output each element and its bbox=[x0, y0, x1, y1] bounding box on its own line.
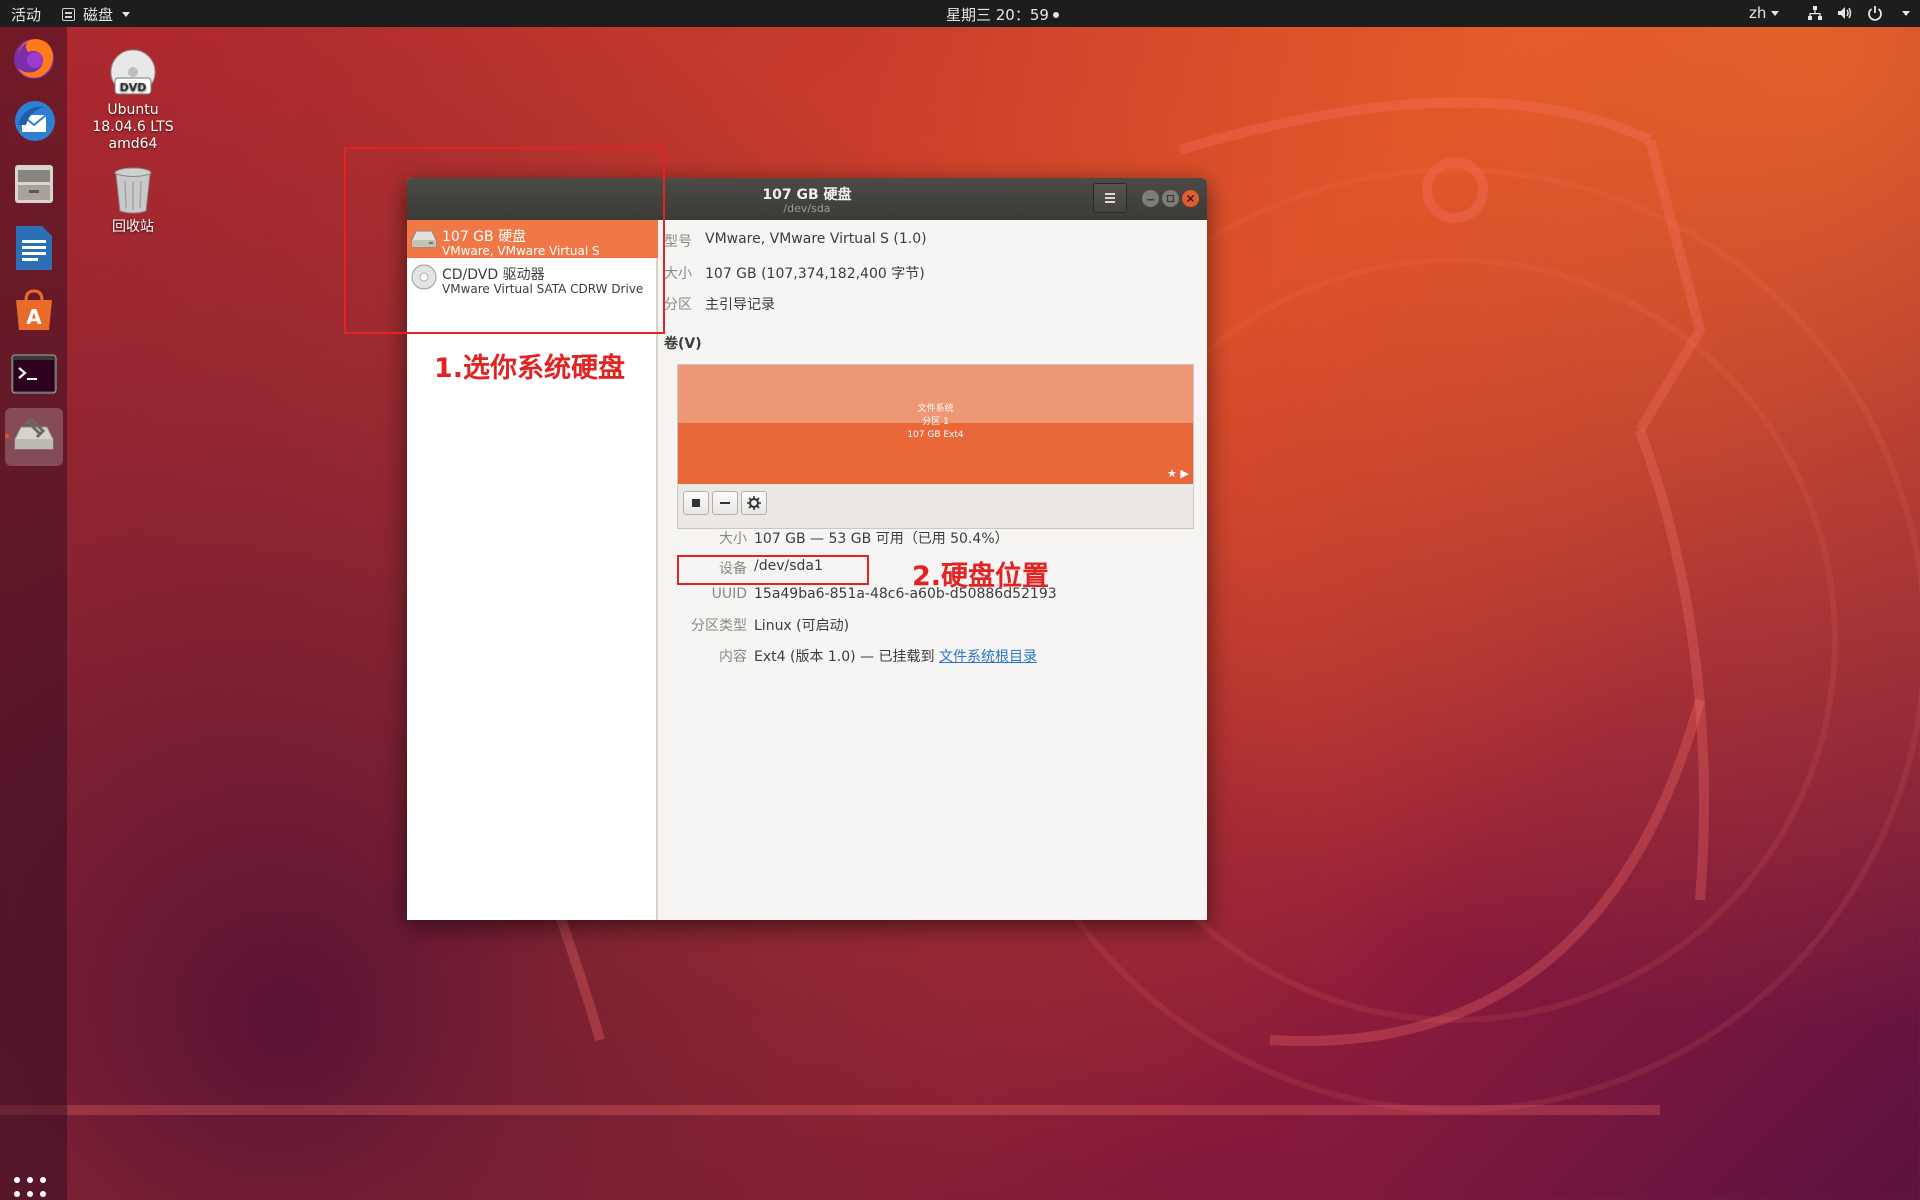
annotation-box-drive bbox=[344, 147, 665, 334]
writer-icon bbox=[16, 226, 52, 270]
files-icon bbox=[15, 165, 53, 203]
system-tray: zh bbox=[1749, 4, 1911, 22]
volume-graphic: 文件系统 分区 1 107 GB Ext4 ★ ▶ bbox=[677, 364, 1194, 529]
annotation-box-device bbox=[677, 555, 869, 585]
size-row: 大小 bbox=[664, 263, 692, 283]
dock-files[interactable] bbox=[5, 155, 63, 213]
partition-type-label: 分区类型 bbox=[691, 618, 747, 634]
terminal-icon bbox=[11, 354, 57, 394]
partition-segment-text: 文件系统 分区 1 107 GB Ext4 bbox=[678, 403, 1193, 442]
minimize-button[interactable] bbox=[1142, 190, 1159, 207]
thunderbird-icon bbox=[15, 101, 55, 141]
play-icon: ▶ bbox=[1180, 467, 1189, 480]
size-label: 大小 bbox=[664, 266, 692, 282]
input-method-button[interactable]: zh bbox=[1749, 4, 1780, 22]
trash-icon bbox=[114, 167, 152, 214]
maximize-button[interactable] bbox=[1162, 190, 1179, 207]
model-label: 型号 bbox=[664, 234, 692, 250]
disks-icon bbox=[14, 417, 54, 450]
close-icon bbox=[1186, 194, 1195, 203]
stop-icon bbox=[692, 499, 700, 507]
maximize-icon bbox=[1166, 194, 1175, 203]
star-icon: ★ bbox=[1167, 467, 1177, 480]
power-icon[interactable] bbox=[1867, 5, 1883, 21]
partition-type-value: Linux (可启动) bbox=[754, 618, 850, 634]
segment-line-3: 107 GB Ext4 bbox=[907, 430, 964, 440]
annotation-step-2: 2.硬盘位置 bbox=[912, 561, 1050, 592]
contents-value: Ext4 (版本 1.0) — 已挂载到 bbox=[754, 649, 935, 665]
desktop-trash-icon[interactable]: 回收站 bbox=[78, 165, 188, 236]
partitioning-row: 分区 bbox=[664, 294, 692, 314]
dvd-label-line-2: 18.04.6 LTS bbox=[92, 119, 174, 135]
partitioning-value: 主引导记录 bbox=[705, 297, 775, 313]
network-icon[interactable] bbox=[1807, 5, 1823, 21]
dock-thunderbird[interactable] bbox=[5, 92, 63, 150]
model-value: VMware, VMware Virtual S (1.0) bbox=[705, 231, 927, 247]
dock-disks[interactable] bbox=[5, 408, 63, 466]
menu-icon bbox=[1105, 197, 1115, 199]
clock-label: 星期三 20：59 bbox=[946, 6, 1049, 24]
minimize-icon bbox=[1147, 199, 1154, 201]
annotation-step-1: 1.选你系统硬盘 bbox=[434, 353, 626, 384]
segment-line-1: 文件系统 bbox=[917, 404, 954, 414]
delete-partition-button[interactable] bbox=[712, 491, 738, 515]
dvd-label-line-1: Ubuntu bbox=[107, 102, 159, 118]
partition-size-value: 107 GB — 53 GB 可用（已用 50.4%） bbox=[754, 531, 1009, 547]
contents-row: Ext4 (版本 1.0) — 已挂载到 文件系统根目录 bbox=[754, 646, 1037, 666]
unmount-button[interactable] bbox=[683, 491, 709, 515]
volumes-heading: 卷(V) bbox=[664, 336, 702, 352]
partitioning-label: 分区 bbox=[664, 297, 692, 313]
dock-firefox[interactable] bbox=[5, 29, 63, 87]
disks-app-icon bbox=[62, 8, 75, 21]
chevron-down-icon bbox=[122, 12, 131, 17]
app-menu-label: 磁盘 bbox=[83, 6, 114, 24]
uuid-label: UUID bbox=[711, 586, 747, 602]
show-applications-button[interactable] bbox=[14, 1177, 50, 1200]
desktop-dvd-icon[interactable]: DVD Ubuntu 18.04.6 LTS amd64 bbox=[78, 48, 188, 153]
firefox-icon bbox=[14, 39, 54, 79]
dvd-label-line-3: amd64 bbox=[108, 136, 158, 152]
dock-software[interactable]: A bbox=[5, 282, 63, 340]
notification-dot-icon bbox=[1052, 11, 1059, 18]
model-row: 型号 bbox=[664, 231, 692, 251]
minus-icon bbox=[720, 502, 730, 504]
chevron-down-icon bbox=[1771, 10, 1780, 16]
chevron-down-icon[interactable] bbox=[1902, 10, 1911, 16]
size-value: 107 GB (107,374,182,400 字节) bbox=[705, 266, 925, 282]
dock: A bbox=[0, 27, 67, 1200]
input-method-label: zh bbox=[1749, 4, 1767, 22]
partition-1-segment[interactable]: 文件系统 分区 1 107 GB Ext4 ★ ▶ bbox=[678, 365, 1193, 484]
close-button[interactable] bbox=[1182, 190, 1199, 207]
svg-text:DVD: DVD bbox=[120, 81, 147, 94]
software-icon: A bbox=[16, 289, 52, 330]
contents-label: 内容 bbox=[719, 649, 747, 665]
hamburger-menu-button[interactable] bbox=[1093, 183, 1127, 213]
trash-label: 回收站 bbox=[112, 219, 154, 235]
top-bar: 活动 磁盘 星期三 20：59 zh bbox=[0, 0, 1920, 27]
activities-button[interactable]: 活动 bbox=[11, 4, 41, 25]
volume-icon[interactable] bbox=[1837, 5, 1853, 21]
partition-size-label: 大小 bbox=[719, 531, 747, 547]
running-indicator-icon bbox=[5, 434, 9, 438]
app-menu[interactable]: 磁盘 bbox=[62, 4, 131, 25]
dock-terminal[interactable] bbox=[5, 345, 63, 403]
dvd-icon: DVD bbox=[110, 49, 156, 95]
gear-icon bbox=[747, 496, 761, 510]
segment-line-2: 分区 1 bbox=[922, 417, 949, 427]
partition-flags: ★ ▶ bbox=[1167, 467, 1189, 480]
svg-text:A: A bbox=[26, 305, 42, 329]
dock-writer[interactable] bbox=[5, 219, 63, 277]
partition-options-button[interactable] bbox=[741, 491, 767, 515]
clock[interactable]: 星期三 20：59 bbox=[946, 4, 1059, 25]
mount-point-link[interactable]: 文件系统根目录 bbox=[939, 649, 1037, 665]
